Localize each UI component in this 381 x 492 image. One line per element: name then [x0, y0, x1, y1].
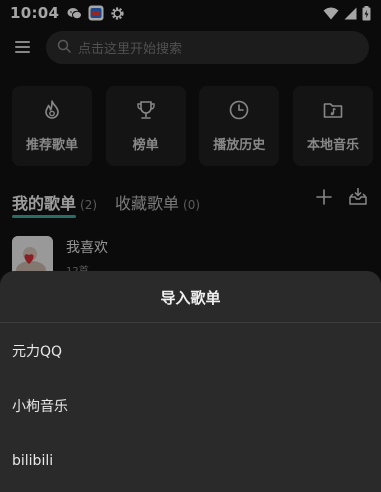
import-option[interactable]: 小枸音乐 — [0, 386, 381, 426]
sheet-title: 导入歌单 — [160, 289, 221, 307]
import-option[interactable]: 元力QQ — [0, 331, 381, 371]
divider — [0, 322, 381, 323]
import-option[interactable]: bilibili — [0, 441, 381, 481]
import-playlist-sheet: 导入歌单 元力QQ 小枸音乐 bilibili — [0, 271, 381, 492]
